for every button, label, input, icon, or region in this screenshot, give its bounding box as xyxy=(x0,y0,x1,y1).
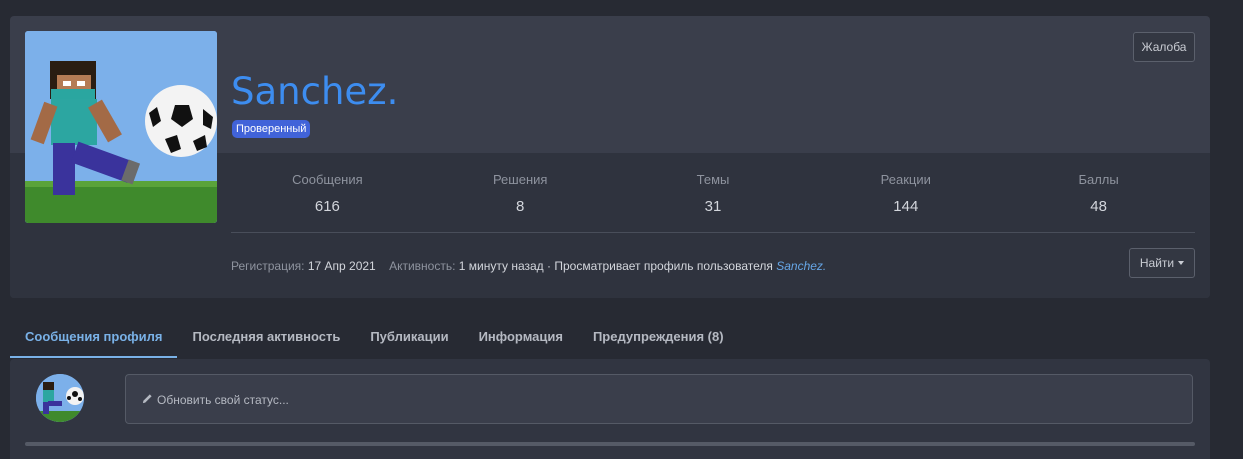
tab-profile-posts[interactable]: Сообщения профиля xyxy=(10,318,178,358)
stats-divider xyxy=(231,232,1195,233)
activity-time: 1 минуту назад xyxy=(458,259,544,273)
stat-value: 616 xyxy=(314,198,340,215)
stat-points[interactable]: Баллы 48 xyxy=(1002,172,1195,215)
tab-information[interactable]: Информация xyxy=(464,318,578,358)
stat-value: 144 xyxy=(893,198,919,215)
stat-value: 48 xyxy=(1090,198,1107,215)
tab-warnings[interactable]: Предупреждения (8) xyxy=(578,318,739,358)
stat-reactions[interactable]: Реакции 144 xyxy=(809,172,1002,215)
profile-header-card: Sanchez. Проверенный Жалоба Сообщения 61… xyxy=(10,16,1210,298)
profile-stats: Сообщения 616 Решения 8 Темы 31 Реакции … xyxy=(231,172,1195,215)
pencil-icon xyxy=(142,375,153,425)
stat-label: Реакции xyxy=(880,172,931,187)
stat-label: Темы xyxy=(696,172,730,187)
avatar-image xyxy=(36,374,84,422)
find-dropdown-button[interactable]: Найти xyxy=(1129,248,1195,278)
tab-latest-activity[interactable]: Последняя активность xyxy=(177,318,355,358)
activity-label: Активность: xyxy=(389,259,456,273)
profile-posts-panel: Обновить свой статус... xyxy=(10,359,1210,459)
stat-label: Решения xyxy=(492,172,548,187)
stat-value: 8 xyxy=(516,198,525,215)
profile-tabs: Сообщения профиля Последняя активность П… xyxy=(10,318,739,358)
stat-solutions[interactable]: Решения 8 xyxy=(424,172,617,215)
profile-avatar[interactable] xyxy=(25,31,217,223)
verified-badge: Проверенный xyxy=(232,120,311,138)
profile-username: Sanchez. xyxy=(231,70,399,113)
registration-date: 17 Апр 2021 xyxy=(307,259,376,273)
find-label: Найти xyxy=(1139,256,1175,270)
status-update-input[interactable]: Обновить свой статус... xyxy=(125,374,1193,424)
caret-down-icon xyxy=(1178,261,1185,265)
activity-action: Просматривает профиль пользователя xyxy=(554,259,773,273)
current-user-avatar[interactable] xyxy=(36,374,84,422)
stat-label: Баллы xyxy=(1078,172,1119,187)
stat-messages[interactable]: Сообщения 616 xyxy=(231,172,424,215)
stat-value: 31 xyxy=(704,198,722,215)
registration-label: Регистрация: xyxy=(231,259,305,273)
panel-scroll-edge xyxy=(25,442,1195,446)
report-button[interactable]: Жалоба xyxy=(1133,32,1195,62)
stat-label: Сообщения xyxy=(292,172,363,187)
avatar-image xyxy=(25,31,217,223)
activity-user-link[interactable]: Sanchez. xyxy=(776,259,826,273)
status-placeholder: Обновить свой статус... xyxy=(157,393,289,407)
activity-separator: · xyxy=(547,259,552,273)
stat-threads[interactable]: Темы 31 xyxy=(617,172,810,215)
tab-publications[interactable]: Публикации xyxy=(355,318,463,358)
profile-meta: Регистрация: 17 Апр 2021 Активность: 1 м… xyxy=(231,259,826,273)
